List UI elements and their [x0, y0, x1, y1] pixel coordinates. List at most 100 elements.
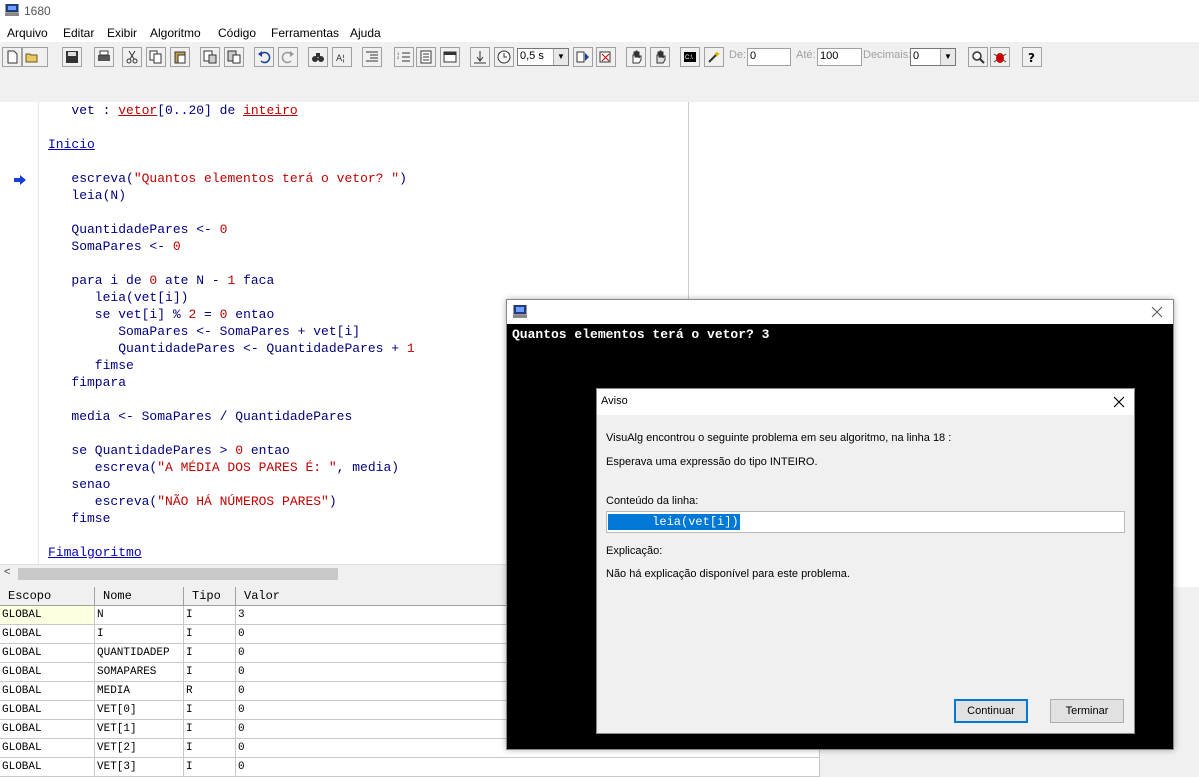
- code-token: entao: [227, 307, 275, 322]
- print-button[interactable]: [94, 47, 114, 67]
- code-line[interactable]: SomaPares <- 0: [48, 239, 180, 254]
- redo-icon: [281, 51, 294, 64]
- menu-exibir[interactable]: Exibir: [107, 26, 137, 40]
- help-button[interactable]: ?: [1022, 47, 1042, 67]
- clear-breakpoints-button[interactable]: [650, 47, 670, 67]
- menu-ajuda[interactable]: Ajuda: [350, 26, 381, 40]
- code-token: QuantidadePares <- QuantidadePares +: [48, 341, 407, 356]
- paste-button[interactable]: [170, 47, 190, 67]
- code-line[interactable]: vet : vetor[0..20] de inteiro: [48, 103, 297, 118]
- editor-gutter[interactable]: [0, 102, 39, 564]
- scroll-left-arrow-icon[interactable]: <: [4, 566, 10, 578]
- copy-button[interactable]: [146, 47, 166, 67]
- cell-tipo: I: [184, 644, 236, 663]
- speed-value: 0,5 s: [520, 50, 544, 62]
- undo-button[interactable]: [254, 47, 274, 67]
- document-icon: [420, 50, 432, 64]
- redo-button[interactable]: [278, 47, 298, 67]
- svg-text:?: ?: [1028, 51, 1035, 64]
- help-icon: ?: [1028, 51, 1035, 64]
- menu-ferramentas[interactable]: Ferramentas: [271, 26, 339, 40]
- debug-button[interactable]: [990, 47, 1010, 67]
- line-content-field[interactable]: leia(vet[i]): [606, 511, 1125, 533]
- code-token: 1: [406, 341, 415, 356]
- stop-button[interactable]: [596, 47, 616, 67]
- printer-icon: [98, 50, 110, 61]
- de-input[interactable]: 0: [747, 48, 791, 66]
- svg-text:A¦: A¦: [336, 54, 345, 64]
- bug-icon: [993, 53, 1007, 63]
- code-line[interactable]: Inicio: [48, 137, 95, 152]
- terminate-button[interactable]: Terminar: [1050, 699, 1124, 723]
- code-line[interactable]: media <- SomaPares / QuantidadePares: [48, 409, 352, 424]
- code-line[interactable]: leia(vet[i]): [48, 290, 189, 305]
- code-token: , media): [336, 460, 400, 475]
- close-icon[interactable]: [1113, 396, 1125, 408]
- code-line[interactable]: QuantidadePares <- 0: [48, 222, 227, 237]
- copy-icon: [149, 50, 162, 64]
- console-app-icon: [513, 305, 527, 318]
- console-button[interactable]: C:\: [680, 47, 700, 67]
- speed-select[interactable]: 0,5 s ▼: [517, 48, 569, 66]
- close-icon[interactable]: [1151, 306, 1163, 318]
- step-into-icon: [474, 51, 486, 64]
- code-line[interactable]: fimpara: [48, 375, 126, 390]
- decimais-label: Decimais:: [863, 49, 912, 61]
- code-line[interactable]: QuantidadePares <- QuantidadePares + 1: [48, 341, 415, 356]
- open-document-button[interactable]: [416, 47, 436, 67]
- zoom-button[interactable]: [968, 47, 988, 67]
- copy-output-button[interactable]: [200, 47, 220, 67]
- code-token: vet :: [48, 103, 119, 118]
- decimais-select[interactable]: 0 ▼: [910, 48, 956, 66]
- dialog-message: VisuAlg encontrou o seguinte problema em…: [606, 432, 952, 444]
- menu-codigo[interactable]: Código: [218, 26, 256, 40]
- ate-input[interactable]: 100: [817, 48, 862, 66]
- continue-button[interactable]: Continuar: [954, 699, 1028, 723]
- code-line[interactable]: para i de 0 ate N - 1 faca: [48, 273, 274, 288]
- code-line[interactable]: se QuantidadePares > 0 entao: [48, 443, 289, 458]
- code-line[interactable]: se vet[i] % 2 = 0 entao: [48, 307, 274, 322]
- cell-nome: I: [95, 625, 184, 644]
- clock-icon: [497, 50, 511, 64]
- paste-icon: [174, 51, 186, 64]
- dialog-title-bar: Aviso: [597, 389, 1134, 415]
- open-file-button[interactable]: [22, 47, 48, 67]
- code-line[interactable]: escreva("A MÉDIA DOS PARES É: ", media): [48, 460, 399, 475]
- cut-button[interactable]: [122, 47, 142, 67]
- column-header-escopo[interactable]: Escopo: [0, 587, 95, 606]
- code-line[interactable]: SomaPares <- SomaPares + vet[i]: [48, 324, 360, 339]
- code-line[interactable]: Fimalgoritmo: [48, 545, 142, 560]
- numbered-list-button[interactable]: 12: [394, 47, 414, 67]
- folder-icon: [25, 53, 38, 63]
- run-button[interactable]: [573, 47, 593, 67]
- save-button[interactable]: [62, 47, 82, 67]
- scissors-icon: [126, 50, 138, 64]
- breakpoint-button[interactable]: [626, 47, 646, 67]
- find-button[interactable]: [308, 47, 328, 67]
- cell-tipo: I: [184, 701, 236, 720]
- timer-button[interactable]: [494, 47, 514, 67]
- menu-editar[interactable]: Editar: [63, 26, 94, 40]
- cell-nome: QUANTIDADEP: [95, 644, 184, 663]
- new-file-button[interactable]: [2, 47, 22, 67]
- step-button[interactable]: [470, 47, 490, 67]
- scrollbar-thumb[interactable]: [18, 568, 338, 580]
- code-line[interactable]: leia(N): [48, 188, 126, 203]
- window-button[interactable]: [440, 47, 460, 67]
- code-line[interactable]: fimse: [48, 358, 134, 373]
- indent-button[interactable]: [362, 47, 382, 67]
- toolbar-spacer: [0, 72, 1199, 102]
- code-line[interactable]: fimse: [48, 511, 110, 526]
- paste-output-button[interactable]: [224, 47, 244, 67]
- dialog-error: Esperava uma expressão do tipo INTEIRO.: [606, 456, 818, 468]
- cell-escopo: GLOBAL: [0, 739, 95, 758]
- menu-arquivo[interactable]: Arquivo: [7, 26, 48, 40]
- column-header-tipo[interactable]: Tipo: [184, 587, 236, 606]
- code-line[interactable]: escreva("NÃO HÁ NÚMEROS PARES"): [48, 494, 337, 509]
- magic-wand-button[interactable]: [704, 47, 724, 67]
- code-line[interactable]: senao: [48, 477, 110, 492]
- column-header-nome[interactable]: Nome: [95, 587, 184, 606]
- code-line[interactable]: escreva("Quantos elementos terá o vetor?…: [48, 171, 407, 186]
- replace-button[interactable]: A¦: [332, 47, 352, 67]
- menu-algoritmo[interactable]: Algoritmo: [150, 26, 201, 40]
